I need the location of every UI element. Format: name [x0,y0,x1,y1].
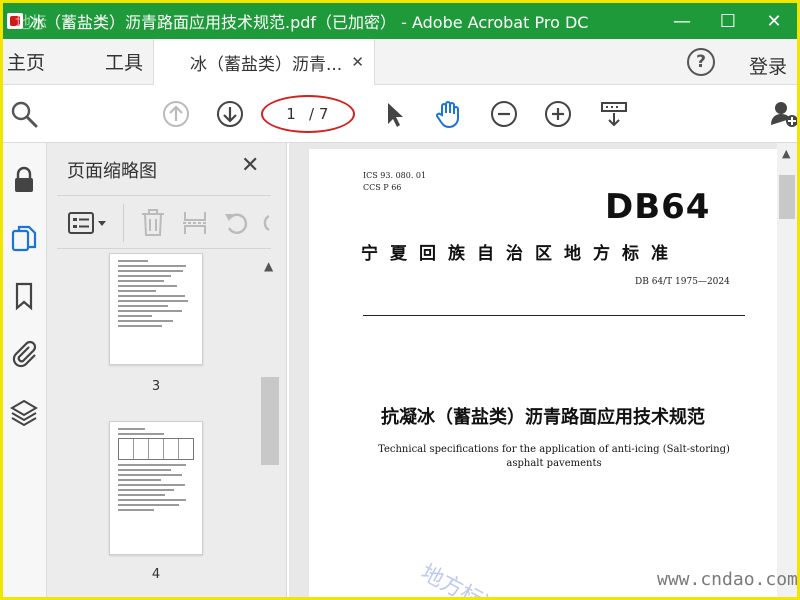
thumbnail-page-number: 4 [151,567,161,582]
thumbnail-page[interactable] [109,421,203,555]
login-button[interactable]: 登录 [749,52,787,79]
title-bar: 冰（蓄盐类）沥青路面应用技术规范.pdf（已加密） - Adobe Acroba… [3,3,797,39]
rotate-icon[interactable] [223,208,251,238]
tab-bar: 主页 工具 冰（蓄盐类）沥青... ✕ ? 登录 [3,39,797,85]
help-icon[interactable]: ? [687,48,715,76]
maximize-button[interactable]: ☐ [705,3,751,39]
ics-code: ICS 93. 080. 01 [363,171,427,180]
pages-icon[interactable] [9,223,39,253]
document-title-cn: 抗凝冰（蓄盐类）沥青路面应用技术规范 [381,407,705,428]
share-user-icon[interactable] [769,99,799,129]
document-page: ICS 93. 080. 01 CCS P 66 DB64 宁夏回族自治区地方标… [309,149,777,597]
thumbnail-list: 3 4 [47,253,287,597]
toolbar-divider [123,204,124,242]
document-tab-close-icon[interactable]: ✕ [351,53,364,71]
hand-tool-icon[interactable] [433,99,463,129]
document-view: ICS 93. 080. 01 CCS P 66 DB64 宁夏回族自治区地方标… [289,143,797,597]
thumbnail-options-icon[interactable] [67,210,109,236]
search-icon[interactable] [9,99,39,129]
zoom-out-icon[interactable] [489,99,519,129]
page-navigator: / 7 [261,95,355,133]
next-page-icon[interactable] [215,99,245,129]
thumbnail-scroll-thumb[interactable] [261,377,279,465]
document-scroll-thumb[interactable] [779,175,795,219]
delete-page-icon[interactable] [139,208,167,238]
standard-number: DB 64/T 1975—2024 [635,277,730,287]
issuing-organization: 宁夏回族自治区地方标准 [361,244,680,264]
corner-watermark: 地标 [15,13,48,32]
lock-icon[interactable] [9,165,39,195]
layers-icon[interactable] [9,397,39,427]
url-watermark: www.cndao.com [657,569,798,590]
thumbnail-close-icon[interactable]: ✕ [241,153,259,178]
left-icon-strip [3,143,47,597]
document-title-en: Technical specifications for the applica… [378,444,730,469]
thumbnail-toolbar [57,195,271,249]
document-tab-label: 冰（蓄盐类）沥青... [190,54,343,75]
minimize-button[interactable]: — [659,3,705,39]
thumbnail-page[interactable] [109,253,203,365]
window-title: 冰（蓄盐类）沥青路面应用技术规范.pdf（已加密） - Adobe Acroba… [29,13,589,32]
scroll-up-icon[interactable]: ▲ [264,259,273,273]
divider [363,315,745,316]
toolbar: / 7 [3,85,797,143]
thumbnail-page-number: 3 [151,379,161,394]
tab-tools[interactable]: 工具 [101,48,159,75]
thumbnail-panel-title: 页面缩略图 [67,161,157,182]
tab-document[interactable]: 冰（蓄盐类）沥青... ✕ [153,39,375,85]
standard-logo: DB64 [605,187,711,227]
zoom-in-icon[interactable] [543,99,573,129]
extract-page-icon[interactable] [181,208,209,238]
highlight-ellipse [261,95,355,133]
bookmark-icon[interactable] [9,281,39,311]
thumbnail-scrollbar[interactable]: ▲ [261,253,279,597]
scroll-up-icon[interactable]: ▲ [782,147,790,160]
previous-page-icon[interactable] [161,99,191,129]
close-button[interactable]: ✕ [751,3,797,39]
attachment-icon[interactable] [9,339,39,369]
document-scrollbar[interactable]: ▲ [777,143,797,597]
select-cursor-icon[interactable] [379,99,409,129]
tab-home[interactable]: 主页 [3,48,61,75]
more-tools-icon[interactable] [261,208,271,238]
scroll-mode-icon[interactable] [599,99,629,129]
thumbnail-panel: 页面缩略图 ✕ 3 4 ▲ [47,143,287,597]
ccs-code: CCS P 66 [363,183,402,192]
app-window: 冰（蓄盐类）沥青路面应用技术规范.pdf（已加密） - Adobe Acroba… [0,0,800,600]
